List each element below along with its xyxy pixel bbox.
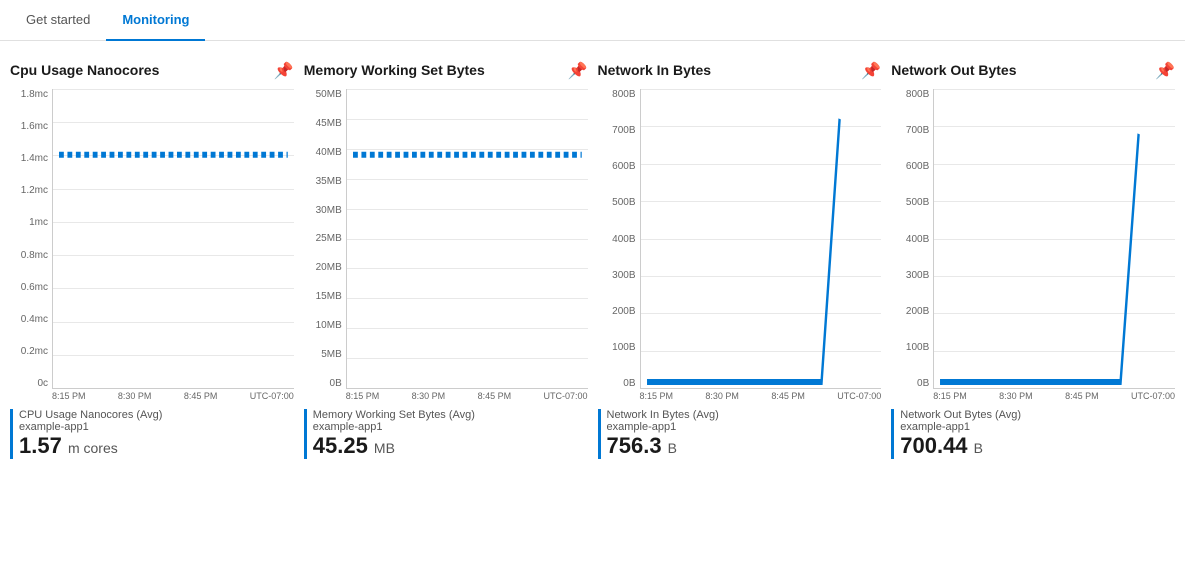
chart-inner-memory bbox=[346, 89, 588, 389]
legend-name-cpu: CPU Usage Nanocores (Avg) bbox=[19, 409, 294, 421]
chart-legend-memory: Memory Working Set Bytes (Avg)example-ap… bbox=[304, 409, 588, 459]
chart-inner-cpu bbox=[52, 89, 294, 389]
legend-name-netout: Network Out Bytes (Avg) bbox=[900, 409, 1175, 421]
legend-sub-memory: example-app1 bbox=[313, 421, 588, 433]
chart-legend-netin: Network In Bytes (Avg)example-app1756.3 … bbox=[598, 409, 882, 459]
chart-legend-netout: Network Out Bytes (Avg)example-app1700.4… bbox=[891, 409, 1175, 459]
legend-value-cpu: 1.57 m cores bbox=[19, 433, 294, 459]
chart-title-netout: Network Out Bytes bbox=[891, 61, 1016, 79]
tab-monitoring[interactable]: Monitoring bbox=[106, 0, 205, 41]
legend-name-netin: Network In Bytes (Avg) bbox=[607, 409, 882, 421]
chart-header-netout: Network Out Bytes 📌 bbox=[891, 61, 1175, 81]
chart-line-svg-netin bbox=[641, 89, 882, 388]
chart-panel-netout: Network Out Bytes 📌 800B700B600B500B400B30… bbox=[891, 61, 1175, 459]
chart-header-memory: Memory Working Set Bytes 📌 bbox=[304, 61, 588, 81]
x-axis-netout: 8:15 PM8:30 PM8:45 PMUTC-07:00 bbox=[891, 391, 1175, 401]
chart-panel-cpu: Cpu Usage Nanocores 📌 1.8mc1.6mc1.4mc1.2mc… bbox=[10, 61, 294, 459]
chart-line-svg-netout bbox=[934, 89, 1175, 388]
x-axis-netin: 8:15 PM8:30 PM8:45 PMUTC-07:00 bbox=[598, 391, 882, 401]
chart-title-memory: Memory Working Set Bytes bbox=[304, 61, 485, 79]
chart-inner-netin bbox=[640, 89, 882, 389]
legend-sub-netin: example-app1 bbox=[607, 421, 882, 433]
chart-inner-netout bbox=[933, 89, 1175, 389]
chart-legend-cpu: CPU Usage Nanocores (Avg)example-app11.5… bbox=[10, 409, 294, 459]
chart-header-netin: Network In Bytes 📌 bbox=[598, 61, 882, 81]
chart-title-cpu: Cpu Usage Nanocores bbox=[10, 61, 159, 79]
y-axis-cpu: 1.8mc1.6mc1.4mc1.2mc1mc0.8mc0.6mc0.4mc0.… bbox=[10, 89, 52, 389]
chart-panel-memory: Memory Working Set Bytes 📌 50MB45MB40MB35M… bbox=[304, 61, 588, 459]
dashboard: Cpu Usage Nanocores 📌 1.8mc1.6mc1.4mc1.2mc… bbox=[0, 41, 1185, 469]
pin-icon-netin[interactable]: 📌 bbox=[861, 61, 881, 81]
x-axis-cpu: 8:15 PM8:30 PM8:45 PMUTC-07:00 bbox=[10, 391, 294, 401]
chart-line-svg-memory bbox=[347, 89, 588, 388]
x-axis-memory: 8:15 PM8:30 PM8:45 PMUTC-07:00 bbox=[304, 391, 588, 401]
legend-sub-cpu: example-app1 bbox=[19, 421, 294, 433]
pin-icon-cpu[interactable]: 📌 bbox=[274, 61, 294, 81]
legend-value-netin: 756.3 B bbox=[607, 433, 882, 459]
chart-panel-netin: Network In Bytes 📌 800B700B600B500B400B300… bbox=[598, 61, 882, 459]
tab-get-started[interactable]: Get started bbox=[10, 0, 106, 41]
y-axis-memory: 50MB45MB40MB35MB30MB25MB20MB15MB10MB5MB0… bbox=[304, 89, 346, 389]
y-axis-netout: 800B700B600B500B400B300B200B100B0B bbox=[891, 89, 933, 389]
tab-bar: Get started Monitoring bbox=[0, 0, 1185, 41]
legend-sub-netout: example-app1 bbox=[900, 421, 1175, 433]
pin-icon-netout[interactable]: 📌 bbox=[1155, 61, 1175, 81]
legend-name-memory: Memory Working Set Bytes (Avg) bbox=[313, 409, 588, 421]
chart-line-svg-cpu bbox=[53, 89, 294, 388]
legend-value-netout: 700.44 B bbox=[900, 433, 1175, 459]
chart-title-netin: Network In Bytes bbox=[598, 61, 712, 79]
pin-icon-memory[interactable]: 📌 bbox=[568, 61, 588, 81]
chart-header-cpu: Cpu Usage Nanocores 📌 bbox=[10, 61, 294, 81]
y-axis-netin: 800B700B600B500B400B300B200B100B0B bbox=[598, 89, 640, 389]
legend-value-memory: 45.25 MB bbox=[313, 433, 588, 459]
